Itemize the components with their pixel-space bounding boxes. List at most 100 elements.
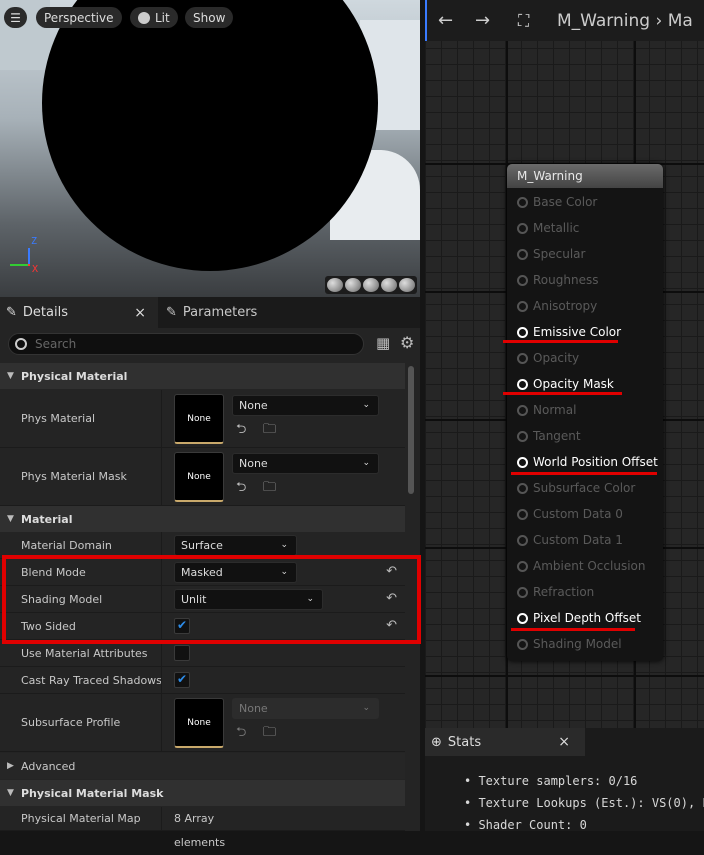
use-selected-icon[interactable]: ⮌ — [236, 420, 246, 442]
asset-thumbnail[interactable]: None — [174, 394, 224, 444]
pin-connector-icon[interactable] — [517, 482, 528, 494]
highlight-underline — [511, 628, 635, 631]
pin-label: Normal — [533, 403, 577, 417]
cube-icon[interactable] — [381, 278, 397, 292]
tab-stats[interactable]: ⊕ Stats × — [425, 728, 585, 756]
node-pin[interactable]: Specular — [517, 245, 585, 263]
asset-thumbnail[interactable]: None — [174, 698, 224, 748]
tab-details[interactable]: ✎ Details × — [0, 297, 158, 328]
pin-connector-icon[interactable] — [517, 352, 528, 364]
pin-connector-icon[interactable] — [517, 378, 528, 390]
search-icon — [15, 338, 27, 350]
close-icon[interactable]: × — [558, 734, 570, 750]
node-pin[interactable]: Roughness — [517, 271, 598, 289]
use-material-attributes-checkbox[interactable] — [174, 645, 190, 661]
stat-line: • Texture samplers: 0/16 — [464, 774, 638, 788]
lit-button[interactable]: Lit — [130, 7, 178, 28]
pin-connector-icon[interactable] — [517, 404, 528, 416]
pin-connector-icon[interactable] — [517, 586, 528, 598]
viewport-menu-button[interactable]: ☰ — [4, 7, 27, 28]
highlight-underline — [503, 340, 618, 343]
node-pin[interactable]: Anisotropy — [517, 297, 597, 315]
collapse-arrow-icon: ▼ — [7, 514, 14, 524]
row-phys-material-mask: Phys Material Mask None None ⌄ ⮌ 🗀 — [0, 448, 405, 506]
pin-label: Pixel Depth Offset — [533, 611, 641, 625]
node-pin[interactable]: Shading Model — [517, 635, 622, 653]
node-pin[interactable]: Subsurface Color — [517, 479, 635, 497]
gear-icon[interactable]: ⚙ — [400, 333, 414, 352]
category-physical-material-mask[interactable]: ▼ Physical Material Mask — [0, 780, 405, 806]
pin-connector-icon[interactable] — [517, 612, 528, 624]
chevron-down-icon: ⌄ — [280, 540, 288, 550]
show-button[interactable]: Show — [185, 7, 234, 28]
material-domain-combo[interactable]: Surface ⌄ — [174, 535, 297, 556]
search-input[interactable]: Search — [8, 333, 364, 355]
sphere-icon[interactable] — [345, 278, 361, 292]
pin-label: Roughness — [533, 273, 599, 287]
node-pin[interactable]: Custom Data 0 — [517, 505, 623, 523]
perspective-button[interactable]: Perspective — [36, 7, 122, 28]
pin-connector-icon[interactable] — [517, 248, 528, 260]
stat-line: • Shader Count: 0 — [464, 818, 587, 832]
category-physical-material[interactable]: ▼ Physical Material — [0, 363, 405, 389]
pin-label: Metallic — [533, 221, 580, 235]
pin-connector-icon[interactable] — [517, 638, 528, 650]
pin-label: Opacity — [533, 351, 580, 365]
browse-icon[interactable]: 🗀 — [263, 723, 276, 745]
pin-connector-icon[interactable] — [517, 430, 528, 442]
node-pin[interactable]: Metallic — [517, 219, 579, 237]
node-pin[interactable]: Ambient Occlusion — [517, 557, 645, 575]
custom-mesh-icon[interactable] — [399, 278, 415, 292]
node-pin[interactable]: Normal — [517, 401, 576, 419]
pin-connector-icon[interactable] — [517, 560, 528, 572]
node-pin[interactable]: Refraction — [517, 583, 594, 601]
material-preview-viewport[interactable]: ☰ Perspective Lit Show Z X — [0, 0, 420, 297]
material-graph-canvas[interactable]: ← → ⛶ M_Warning › Ma M_Warning Base Colo… — [425, 0, 704, 728]
category-material[interactable]: ▼ Material — [0, 506, 405, 532]
pin-connector-icon[interactable] — [517, 274, 528, 286]
table-view-icon[interactable]: ▦ — [376, 334, 390, 352]
phys-material-mask-combo[interactable]: None ⌄ — [232, 453, 379, 474]
use-selected-icon[interactable]: ⮌ — [236, 723, 246, 745]
forward-arrow-icon[interactable]: → — [475, 10, 490, 31]
tab-parameters[interactable]: ✎ Parameters — [162, 297, 257, 328]
chevron-down-icon: ⌄ — [362, 458, 370, 468]
pin-connector-icon[interactable] — [517, 508, 528, 520]
node-pin[interactable]: Opacity Mask — [517, 375, 614, 393]
browse-icon[interactable]: 🗀 — [263, 420, 276, 442]
breadcrumb[interactable]: M_Warning › Ma — [557, 11, 693, 31]
node-pin[interactable]: Emissive Color — [517, 323, 621, 341]
chevron-down-icon: ⌄ — [362, 400, 370, 410]
category-advanced[interactable]: ▶ Advanced — [0, 753, 405, 779]
use-selected-icon[interactable]: ⮌ — [236, 478, 246, 500]
pin-connector-icon[interactable] — [517, 222, 528, 234]
close-icon[interactable]: × — [134, 305, 146, 321]
pin-connector-icon[interactable] — [517, 326, 528, 338]
stats-icon: ⊕ — [431, 734, 442, 750]
pin-connector-icon[interactable] — [517, 534, 528, 546]
cast-ray-traced-shadows-checkbox[interactable] — [174, 672, 190, 688]
collapse-arrow-icon: ▼ — [7, 788, 14, 798]
row-physical-material-map: Physical Material Map 8 Array elements — [0, 807, 405, 849]
material-output-node[interactable]: M_Warning Base Color Metallic Specular Roug… — [507, 164, 663, 661]
node-pin[interactable]: Opacity — [517, 349, 579, 367]
plane-icon[interactable] — [363, 278, 379, 292]
subsurface-profile-combo[interactable]: None ⌄ — [232, 698, 379, 719]
details-tab-bar: ✎ Details × ✎ Parameters — [0, 297, 420, 328]
node-pin[interactable]: Custom Data 1 — [517, 531, 623, 549]
back-arrow-icon[interactable]: ← — [438, 10, 453, 31]
node-pin[interactable]: Pixel Depth Offset — [517, 609, 641, 627]
pin-connector-icon[interactable] — [517, 300, 528, 312]
phys-material-combo[interactable]: None ⌄ — [232, 395, 379, 416]
preview-shape-toolbar[interactable] — [325, 276, 417, 294]
node-pin[interactable]: Base Color — [517, 193, 597, 211]
node-pin[interactable]: World Position Offset — [517, 453, 658, 471]
details-scrollbar[interactable] — [408, 366, 414, 494]
pin-connector-icon[interactable] — [517, 196, 528, 208]
stat-line: • Texture Lookups (Est.): VS(0), PS(1 — [464, 796, 704, 810]
asset-thumbnail[interactable]: None — [174, 452, 224, 502]
cylinder-icon[interactable] — [327, 278, 343, 292]
browse-icon[interactable]: 🗀 — [263, 478, 276, 500]
pin-connector-icon[interactable] — [517, 456, 528, 468]
node-pin[interactable]: Tangent — [517, 427, 581, 445]
